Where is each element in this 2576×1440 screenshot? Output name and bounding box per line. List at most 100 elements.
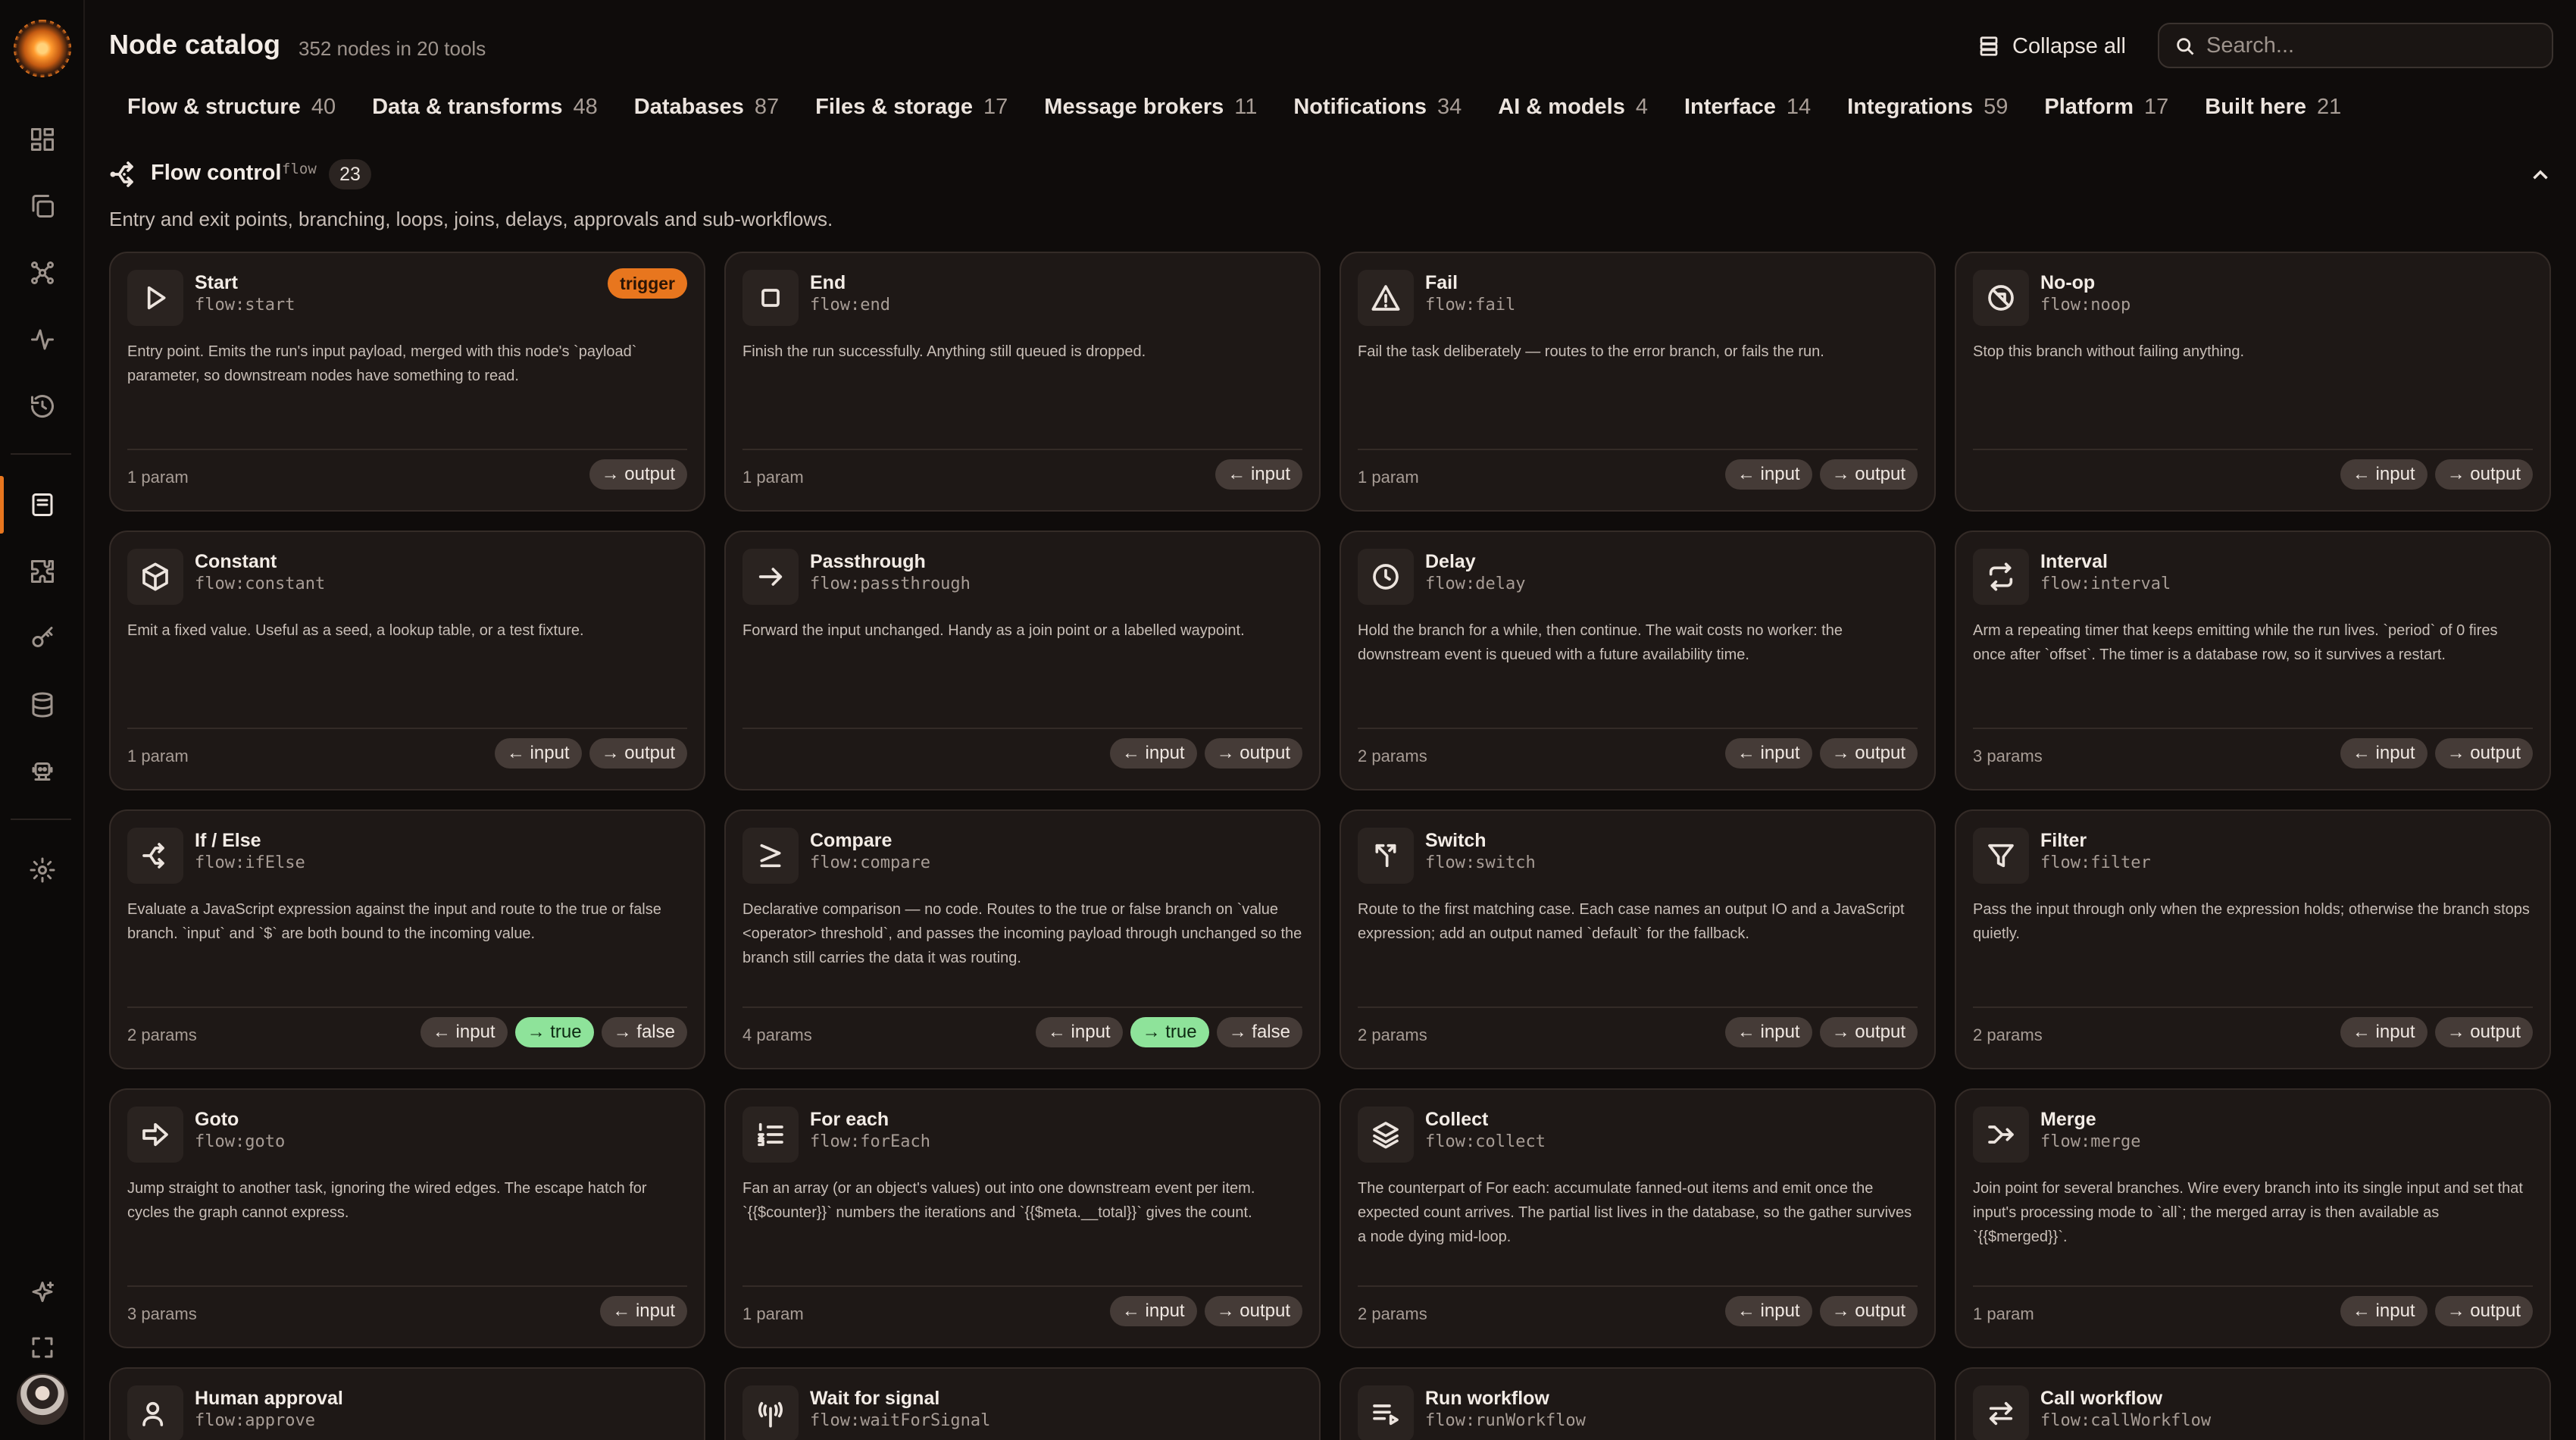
- tab-label: Platform: [2044, 94, 2134, 119]
- false-port-chip[interactable]: → false: [1216, 1017, 1302, 1047]
- user-avatar[interactable]: [17, 1373, 68, 1425]
- output-port-chip[interactable]: → output: [2434, 738, 2533, 769]
- input-port-chip[interactable]: ← input: [1724, 1017, 1812, 1047]
- output-port-chip[interactable]: → output: [1819, 1017, 1918, 1047]
- nav-fullscreen-icon[interactable]: [17, 1322, 68, 1373]
- node-card-merge[interactable]: Merge flow:merge Join point for several br…: [1955, 1088, 2551, 1348]
- node-key: flow:forEach: [810, 1132, 930, 1151]
- tab-integrations[interactable]: Integrations 59: [1829, 95, 2026, 120]
- tab-count: 4: [1635, 94, 1648, 119]
- node-card-compare[interactable]: Compare flow:compare Declarative compariso…: [724, 809, 1321, 1069]
- tab-label: Flow & structure: [127, 94, 301, 119]
- output-port-chip[interactable]: → output: [1819, 738, 1918, 769]
- node-card-ifElse[interactable]: If / Else flow:ifElse Evaluate a JavaScrip…: [109, 809, 705, 1069]
- section-header-flow-control[interactable]: Flow control flow 23: [109, 156, 2553, 194]
- tab-databases[interactable]: Databases 87: [616, 95, 797, 120]
- chevron-up-icon[interactable]: [2528, 162, 2553, 188]
- output-port-chip[interactable]: → output: [2434, 1296, 2533, 1326]
- node-name: Merge: [2040, 1109, 2096, 1130]
- nav-database-icon[interactable]: [17, 679, 68, 731]
- card-divider: [742, 1006, 1302, 1008]
- output-port-chip[interactable]: → output: [1819, 459, 1918, 490]
- nav-robot-icon[interactable]: [17, 746, 68, 797]
- nav-history-icon[interactable]: [17, 380, 68, 432]
- input-port-chip[interactable]: ← input: [1724, 1296, 1812, 1326]
- output-port-chip[interactable]: → output: [589, 459, 687, 490]
- node-card-switch[interactable]: Switch flow:switch Route to the first matc…: [1340, 809, 1936, 1069]
- input-port-chip[interactable]: ← input: [2340, 1017, 2428, 1047]
- collapse-all-button[interactable]: Collapse all: [1977, 27, 2126, 65]
- port-list: ← input → output: [2340, 1017, 2533, 1047]
- node-card-constant[interactable]: Constant flow:constant Emit a fixed value.…: [109, 531, 705, 790]
- node-card-fail[interactable]: Fail flow:fail Fail the task deliberately …: [1340, 252, 1936, 512]
- true-port-chip[interactable]: → true: [1130, 1017, 1209, 1047]
- tab-data-transforms[interactable]: Data & transforms 48: [354, 95, 616, 120]
- tab-built-here[interactable]: Built here 21: [2187, 95, 2359, 120]
- node-card-goto[interactable]: Goto flow:goto Jump straight to another ta…: [109, 1088, 705, 1348]
- tab-platform[interactable]: Platform 17: [2026, 95, 2187, 120]
- input-port-chip[interactable]: ← input: [2340, 738, 2428, 769]
- nav-activity-icon[interactable]: [17, 314, 68, 365]
- search-box[interactable]: [2158, 23, 2553, 68]
- node-card-forEach[interactable]: For each flow:forEach Fan an array (or an …: [724, 1088, 1321, 1348]
- output-port-chip[interactable]: → output: [2434, 459, 2533, 490]
- node-name: Start: [195, 272, 238, 293]
- app-logo[interactable]: [14, 20, 71, 77]
- nav-network-icon[interactable]: [17, 247, 68, 299]
- nav-puzzle-icon[interactable]: [17, 546, 68, 597]
- node-card-filter[interactable]: Filter flow:filter Pass the input through …: [1955, 809, 2551, 1069]
- nav-copies-icon[interactable]: [17, 180, 68, 232]
- port-list: ← input → output: [1109, 1296, 1302, 1326]
- false-port-chip[interactable]: → false: [601, 1017, 687, 1047]
- node-card-delay[interactable]: Delay flow:delay Hold the branch for a whi…: [1340, 531, 1936, 790]
- card-divider: [742, 1285, 1302, 1287]
- input-port-chip[interactable]: ← input: [1109, 1296, 1197, 1326]
- node-card-start[interactable]: Start flow:start trigger Entry point. Emits…: [109, 252, 705, 512]
- nav-settings-icon[interactable]: [17, 844, 68, 896]
- node-card-noop[interactable]: No-op flow:noop Stop this branch without f…: [1955, 252, 2551, 512]
- node-card-collect[interactable]: Collect flow:collect The counterpart of Fo…: [1340, 1088, 1936, 1348]
- output-port-chip[interactable]: → output: [1204, 1296, 1302, 1326]
- input-port-chip[interactable]: ← input: [600, 1296, 687, 1326]
- input-port-chip[interactable]: ← input: [494, 738, 582, 769]
- search-input[interactable]: [2206, 33, 2540, 58]
- node-card-interval[interactable]: Interval flow:interval Arm a repeating tim…: [1955, 531, 2551, 790]
- input-port-chip[interactable]: ← input: [1724, 738, 1812, 769]
- node-card-callWorkflow[interactable]: Call workflow flow:callWorkflow: [1955, 1367, 2551, 1440]
- nav-sparkle-icon[interactable]: [17, 1267, 68, 1319]
- stop-square-icon: [742, 270, 799, 326]
- node-card-approve[interactable]: Human approval flow:approve: [109, 1367, 705, 1440]
- tab-ai-models[interactable]: AI & models 4: [1480, 95, 1666, 120]
- input-port-chip[interactable]: ← input: [2340, 1296, 2428, 1326]
- split-icon: [109, 159, 139, 189]
- nav-dashboard-icon[interactable]: [17, 114, 68, 165]
- output-port-chip[interactable]: → output: [1819, 1296, 1918, 1326]
- tab-count: 48: [573, 94, 598, 119]
- node-card-waitForSignal[interactable]: Wait for signal flow:waitForSignal: [724, 1367, 1321, 1440]
- card-divider: [1358, 449, 1918, 450]
- input-port-chip[interactable]: ← input: [420, 1017, 508, 1047]
- nav-key-icon[interactable]: [17, 612, 68, 664]
- output-port-chip[interactable]: → output: [2434, 1017, 2533, 1047]
- input-port-chip[interactable]: ← input: [1109, 738, 1197, 769]
- input-port-chip[interactable]: ← input: [2340, 459, 2428, 490]
- card-divider: [1358, 1285, 1918, 1287]
- tab-message-brokers[interactable]: Message brokers 11: [1026, 95, 1275, 120]
- tab-interface[interactable]: Interface 14: [1666, 95, 1829, 120]
- tab-notifications[interactable]: Notifications 34: [1275, 95, 1480, 120]
- node-card-end[interactable]: End flow:end Finish the run successfully. …: [724, 252, 1321, 512]
- input-port-chip[interactable]: ← input: [1035, 1017, 1123, 1047]
- tab-files-storage[interactable]: Files & storage 17: [797, 95, 1026, 120]
- search-icon: [2177, 38, 2194, 55]
- nav-catalog-icon[interactable]: [17, 479, 68, 531]
- repeat-icon: [1973, 549, 2029, 605]
- node-card-passthrough[interactable]: Passthrough flow:passthrough Forward the i…: [724, 531, 1321, 790]
- input-port-chip[interactable]: ← input: [1215, 459, 1302, 490]
- output-port-chip[interactable]: → output: [1204, 738, 1302, 769]
- node-description: Pass the input through only when the exp…: [1973, 901, 2530, 942]
- tab-flow-structure[interactable]: Flow & structure 40: [109, 95, 354, 120]
- output-port-chip[interactable]: → output: [589, 738, 687, 769]
- node-card-runWorkflow[interactable]: Run workflow flow:runWorkflow: [1340, 1367, 1936, 1440]
- true-port-chip[interactable]: → true: [514, 1017, 594, 1047]
- input-port-chip[interactable]: ← input: [1724, 459, 1812, 490]
